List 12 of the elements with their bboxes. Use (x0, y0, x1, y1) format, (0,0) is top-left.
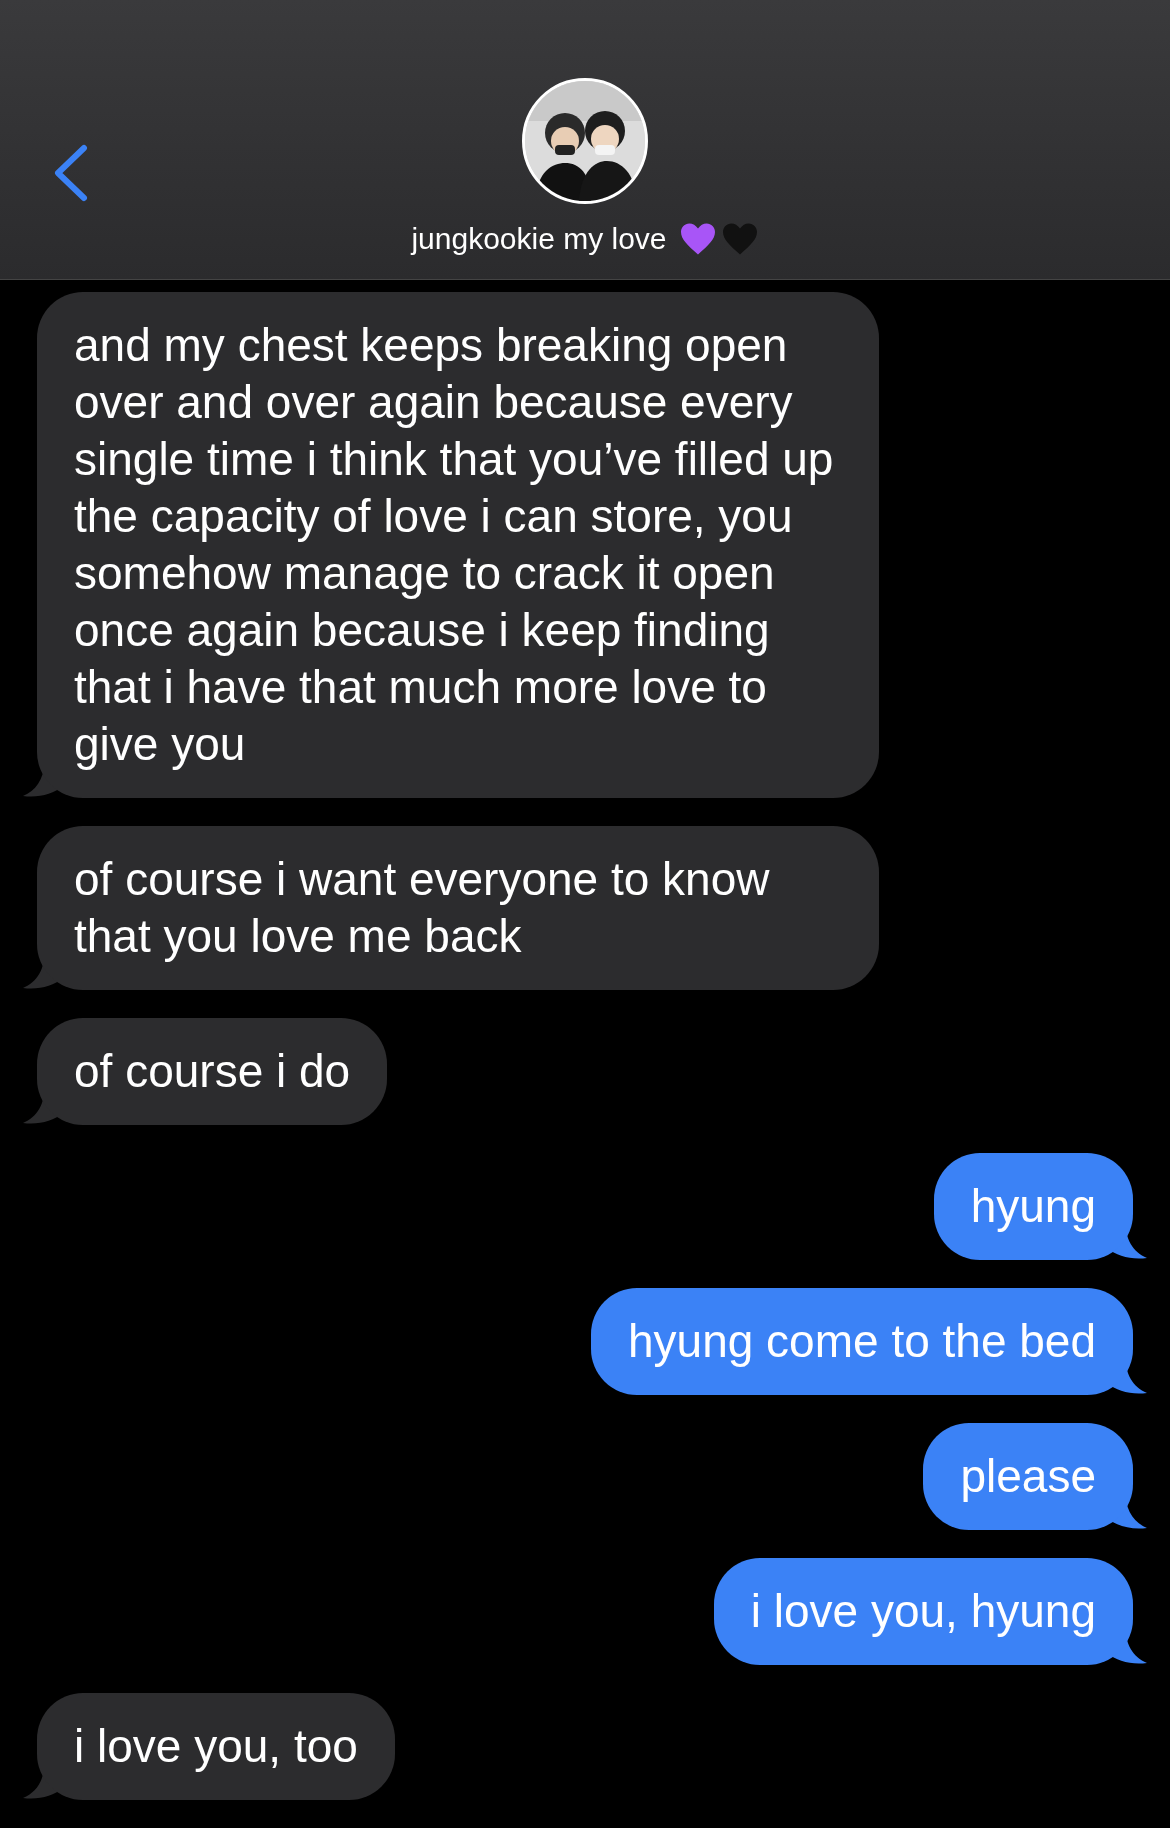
message-bubble: of course i want everyone to know that you love me back (37, 826, 879, 990)
heart-icon (720, 221, 759, 256)
message-bubble: and my chest keeps breaking open over and over again because every single time i think that you’ve filled up the capacity of love i can store, you somehow manage to crack it open once again because i keep finding that i have that much more love to give you (37, 292, 879, 798)
back-icon[interactable] (52, 144, 88, 202)
contact-name[interactable]: jungkookie my love (411, 216, 667, 261)
message-bubble: i love you, hyung (713, 1558, 1133, 1665)
message-bubble: i love you, too (37, 1693, 395, 1800)
message-bubble: hyung come to the bed (591, 1288, 1133, 1395)
message-bubble: of course i do (37, 1018, 388, 1125)
heart-icon (678, 221, 717, 256)
message-bubble: please (923, 1423, 1133, 1530)
message-bubble: hyung (933, 1153, 1133, 1260)
